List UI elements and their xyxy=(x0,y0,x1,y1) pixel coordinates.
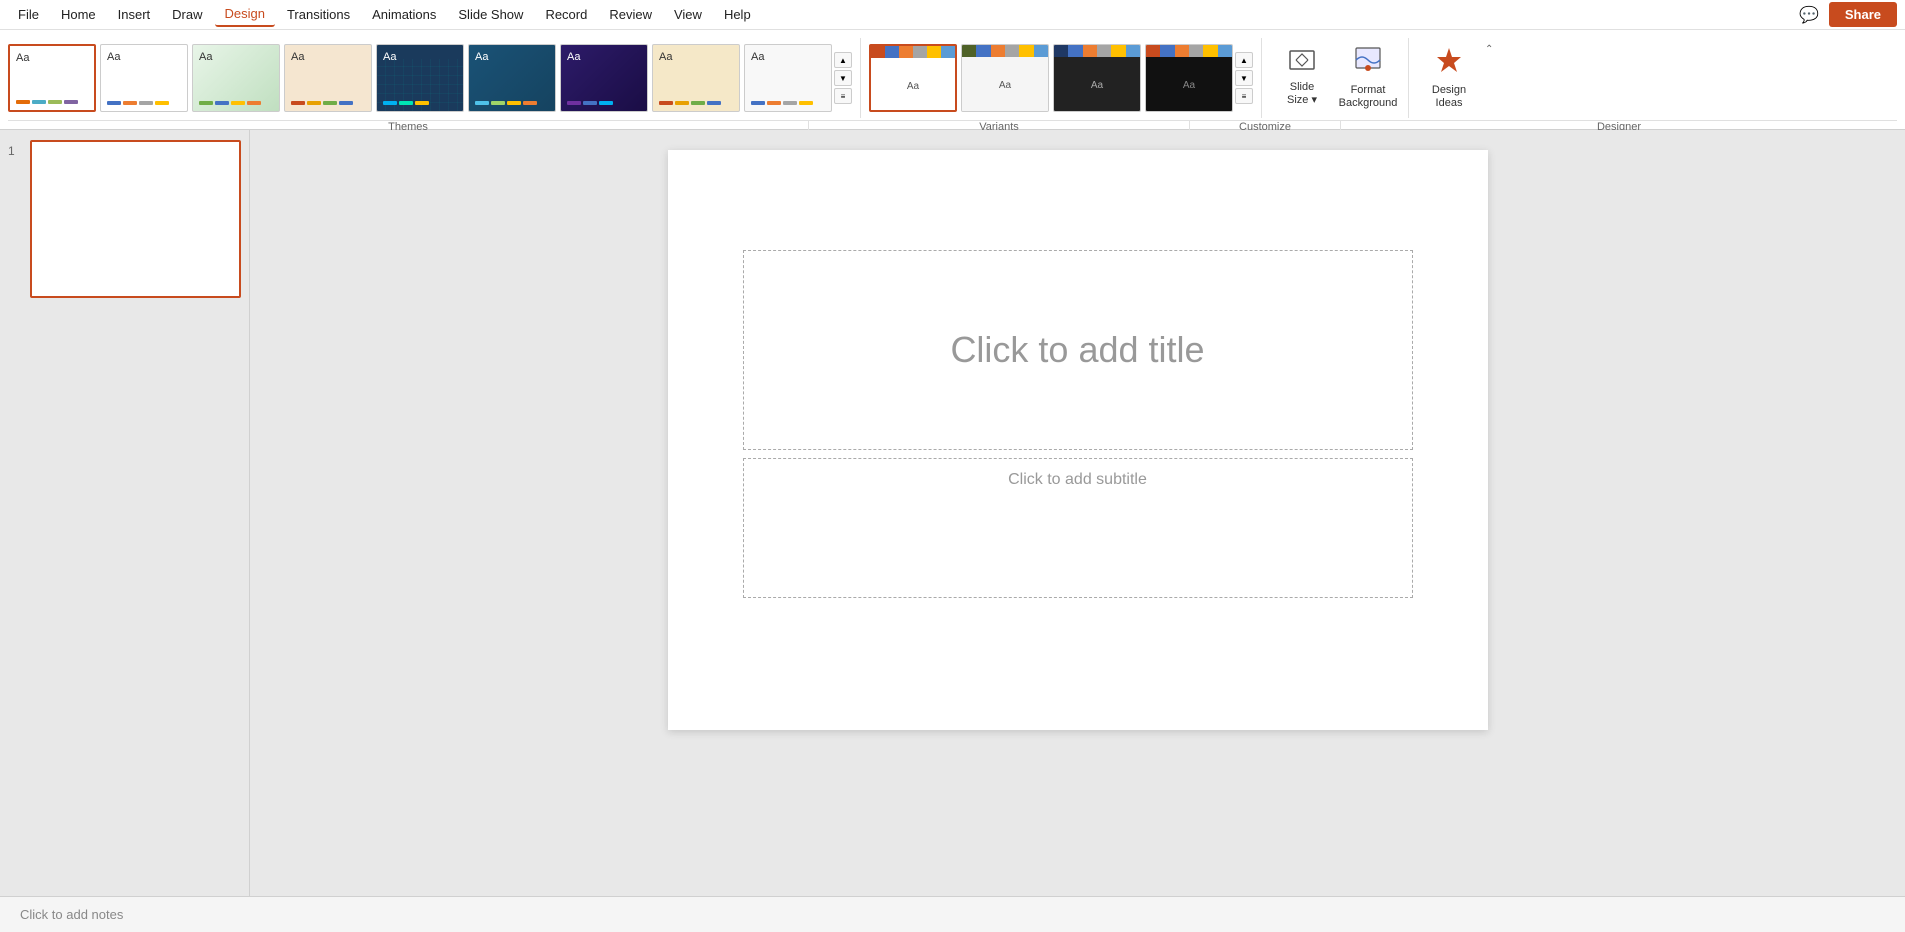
variants-list: Aa Aa xyxy=(869,44,1233,112)
subtitle-placeholder[interactable]: Click to add subtitle xyxy=(743,458,1413,598)
theme-badge[interactable]: Aa xyxy=(560,44,648,112)
variant-4[interactable]: Aa xyxy=(1145,44,1233,112)
share-button[interactable]: Share xyxy=(1829,2,1897,27)
notes-area[interactable]: Click to add notes xyxy=(0,896,1905,932)
theme-integral[interactable]: Aa xyxy=(468,44,556,112)
menu-animations[interactable]: Animations xyxy=(362,3,446,26)
variants-scroll-more[interactable]: ≡ xyxy=(1235,88,1253,104)
format-background-label: Format Background xyxy=(1339,84,1398,110)
slide-size-label: SlideSize ▾ xyxy=(1287,81,1317,107)
variants-scroll-up[interactable]: ▲ xyxy=(1235,52,1253,68)
slides-panel: 1 xyxy=(0,130,250,896)
theme-office2[interactable]: Aa xyxy=(100,44,188,112)
themes-list: Aa Aa xyxy=(8,44,832,112)
themes-scroll-down[interactable]: ▼ xyxy=(834,70,852,86)
design-ideas-icon xyxy=(1435,46,1463,80)
variants-scroll-down[interactable]: ▼ xyxy=(1235,70,1253,86)
title-placeholder-text: Click to add title xyxy=(950,329,1204,371)
menu-record[interactable]: Record xyxy=(535,3,597,26)
canvas-area: Click to add title Click to add subtitle xyxy=(250,130,1905,896)
slide-1-container: 1 xyxy=(8,140,241,298)
variant-1[interactable]: Aa xyxy=(869,44,957,112)
design-ideas-label: Design Ideas xyxy=(1422,84,1476,110)
menu-insert[interactable]: Insert xyxy=(108,3,161,26)
menu-view[interactable]: View xyxy=(664,3,712,26)
menu-home[interactable]: Home xyxy=(51,3,106,26)
theme-retrospect[interactable]: Aa xyxy=(284,44,372,112)
menu-bar: File Home Insert Draw Design Transitions… xyxy=(0,0,1905,30)
design-ideas-button[interactable]: Design Ideas xyxy=(1417,40,1481,116)
designer-section: Design Ideas xyxy=(1417,40,1481,116)
ribbon: Aa Aa xyxy=(0,30,1905,130)
menu-slideshow[interactable]: Slide Show xyxy=(448,3,533,26)
menu-design[interactable]: Design xyxy=(215,2,275,27)
subtitle-placeholder-text: Click to add subtitle xyxy=(1008,471,1147,489)
customize-section: SlideSize ▾ Format Background xyxy=(1270,40,1400,116)
menu-draw[interactable]: Draw xyxy=(162,3,212,26)
theme-plain[interactable]: Aa xyxy=(744,44,832,112)
themes-scroll-up[interactable]: ▲ xyxy=(834,52,852,68)
menu-review[interactable]: Review xyxy=(599,3,662,26)
theme-wisp[interactable]: Aa xyxy=(652,44,740,112)
variants-scroll-arrows: ▲ ▼ ≡ xyxy=(1235,52,1253,104)
slide-thumbnail-1[interactable] xyxy=(30,140,241,298)
slide-number-1: 1 xyxy=(8,144,24,158)
theme-office[interactable]: Aa xyxy=(8,44,96,112)
menu-transitions[interactable]: Transitions xyxy=(277,3,360,26)
slide-size-icon xyxy=(1288,49,1316,77)
theme-circuit[interactable]: Aa xyxy=(376,44,464,112)
ribbon-collapse-button[interactable]: ⌃ xyxy=(1485,38,1493,55)
format-background-button[interactable]: Format Background xyxy=(1336,40,1400,116)
slide-size-button[interactable]: SlideSize ▾ xyxy=(1270,40,1334,116)
notes-placeholder: Click to add notes xyxy=(20,907,123,922)
theme-facet[interactable]: Aa xyxy=(192,44,280,112)
slide-canvas[interactable]: Click to add title Click to add subtitle xyxy=(668,150,1488,730)
variant-3[interactable]: Aa xyxy=(1053,44,1141,112)
main-content: 1 Click to add title Click to add subtit… xyxy=(0,130,1905,896)
menu-file[interactable]: File xyxy=(8,3,49,26)
themes-scroll-arrows: ▲ ▼ ≡ xyxy=(834,52,852,104)
format-background-icon xyxy=(1354,46,1382,80)
themes-scroll-more[interactable]: ≡ xyxy=(834,88,852,104)
title-placeholder[interactable]: Click to add title xyxy=(743,250,1413,450)
variant-2[interactable]: Aa xyxy=(961,44,1049,112)
menu-help[interactable]: Help xyxy=(714,3,761,26)
comment-icon[interactable]: 💬 xyxy=(1799,5,1819,25)
